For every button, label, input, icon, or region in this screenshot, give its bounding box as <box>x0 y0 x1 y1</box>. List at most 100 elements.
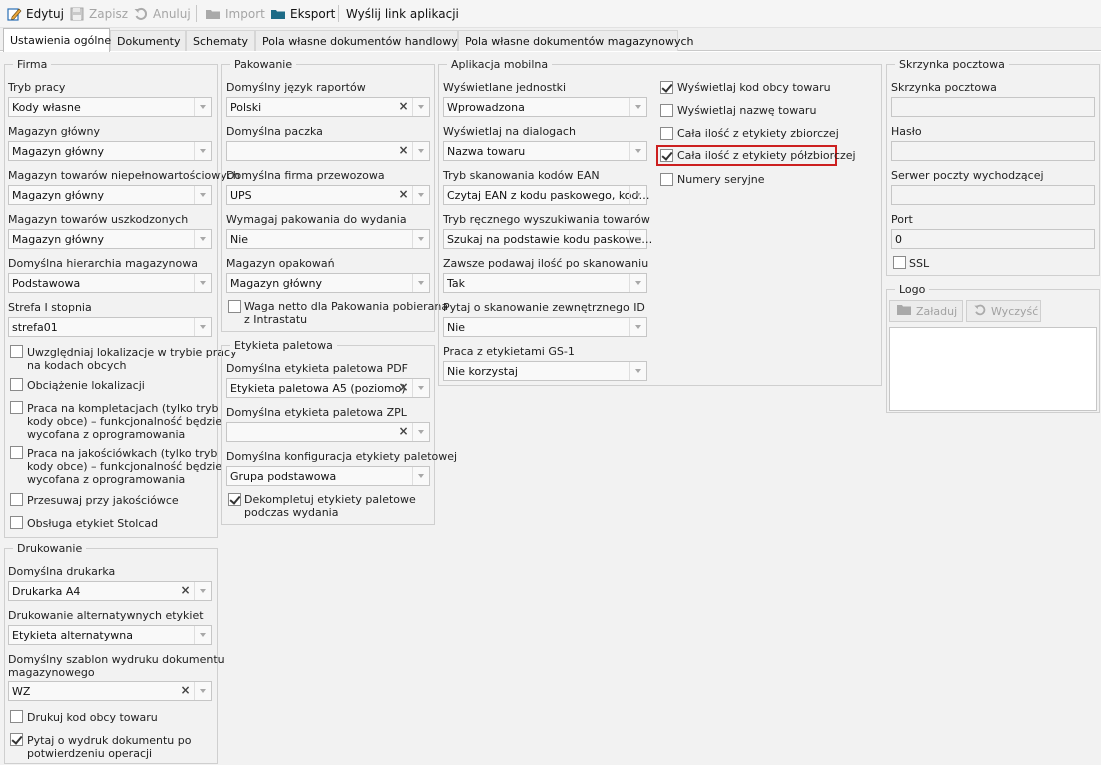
load-logo-button[interactable]: Załaduj <box>889 300 963 322</box>
carrier-select[interactable]: UPS × <box>226 185 430 205</box>
chevron-down-icon[interactable] <box>194 626 211 644</box>
template-select[interactable]: WZ × <box>8 681 212 701</box>
field-value: Magazyn główny <box>230 277 323 290</box>
chevron-down-icon[interactable] <box>412 142 429 160</box>
gs1-select[interactable]: Nie korzystaj <box>443 361 647 381</box>
stolcad-labels-checkbox[interactable] <box>10 516 23 529</box>
label-line: wycofana z oprogramowania <box>27 473 186 486</box>
label-line: Waga netto dla Pakowania pobierana <box>244 300 449 313</box>
package-select[interactable]: × <box>226 141 430 161</box>
tab-label: Pola własne dokumentów magazynowych <box>465 34 694 48</box>
label-config-select[interactable]: Grupa podstawowa <box>226 466 430 486</box>
report-language-select[interactable]: Polski × <box>226 97 430 117</box>
smtp-server-field[interactable] <box>891 185 1095 205</box>
alt-labels-select[interactable]: Etykieta alternatywna <box>8 625 212 645</box>
location-load-checkbox[interactable] <box>10 378 23 391</box>
full-qty-collective-checkbox[interactable] <box>660 127 673 140</box>
chevron-down-icon[interactable] <box>412 98 429 116</box>
require-packing-select[interactable]: Nie <box>226 229 430 249</box>
chevron-down-icon[interactable] <box>194 98 211 116</box>
export-label: Eksport <box>290 6 336 21</box>
external-id-select[interactable]: Nie <box>443 317 647 337</box>
tab-schemas[interactable]: Schematy <box>186 30 255 51</box>
work-mode-select[interactable]: Kody własne <box>8 97 212 117</box>
chevron-down-icon[interactable] <box>629 318 646 336</box>
chevron-down-icon[interactable] <box>194 682 211 700</box>
tab-general-settings[interactable]: Ustawienia ogólne <box>3 28 111 52</box>
chevron-down-icon[interactable] <box>194 274 211 292</box>
ean-mode-select[interactable]: Czytaj EAN z kodu paskowego, kod… <box>443 185 650 205</box>
decompose-labels-checkbox[interactable] <box>228 493 241 506</box>
checkbox-label: Drukuj kod obcy towaru <box>27 711 158 724</box>
units-select[interactable]: Wprowadzona <box>443 97 647 117</box>
quality-checkbox[interactable] <box>10 446 23 459</box>
locations-foreign-codes-checkbox[interactable] <box>10 345 23 358</box>
field-value: Etykieta paletowa A5 (poziomo) <box>230 382 406 395</box>
group-title: Drukowanie <box>13 542 87 555</box>
export-button[interactable]: Eksport <box>270 3 335 24</box>
clear-icon[interactable]: × <box>177 682 194 700</box>
move-on-quality-checkbox[interactable] <box>10 493 23 506</box>
full-qty-semi-collective-checkbox[interactable] <box>660 149 673 162</box>
clear-icon[interactable]: × <box>395 186 412 204</box>
chevron-down-icon[interactable] <box>194 142 211 160</box>
pdf-label-select[interactable]: Etykieta paletowa A5 (poziomo) × <box>226 378 430 398</box>
chevron-down-icon[interactable] <box>629 230 646 248</box>
ssl-checkbox[interactable] <box>893 256 906 269</box>
checkbox-label: Waga netto dla Pakowania pobierana z Intr… <box>244 300 448 326</box>
checkbox-label: Praca na jakościówkach (tylko tryb kody o… <box>27 447 222 486</box>
clear-icon[interactable]: × <box>177 582 194 600</box>
printer-select[interactable]: Drukarka A4 × <box>8 581 212 601</box>
edit-button[interactable]: Edytuj <box>6 3 64 24</box>
zone-select[interactable]: strefa01 <box>8 317 212 337</box>
chevron-down-icon[interactable] <box>412 379 429 397</box>
port-field[interactable]: 0 <box>891 229 1095 249</box>
hierarchy-select[interactable]: Podstawowa <box>8 273 212 293</box>
chevron-down-icon[interactable] <box>412 467 429 485</box>
dialogs-display-select[interactable]: Nazwa towaru <box>443 141 647 161</box>
template-label: Domyślny szablon wydruku dokumentu <box>8 653 225 666</box>
chevron-down-icon[interactable] <box>629 186 646 204</box>
chevron-down-icon[interactable] <box>629 362 646 380</box>
password-field[interactable] <box>891 141 1095 161</box>
clear-icon[interactable]: × <box>395 142 412 160</box>
chevron-down-icon[interactable] <box>412 274 429 292</box>
quantity-after-scan-select[interactable]: Tak <box>443 273 647 293</box>
chevron-down-icon[interactable] <box>629 274 646 292</box>
send-link-button[interactable]: Wyślij link aplikacji <box>346 3 459 24</box>
mailbox-field[interactable] <box>891 97 1095 117</box>
manual-search-select[interactable]: Szukaj na podstawie kodu paskowe… <box>443 229 652 249</box>
chevron-down-icon[interactable] <box>194 582 211 600</box>
cancel-button[interactable]: Anuluj <box>133 3 191 24</box>
chevron-down-icon[interactable] <box>194 318 211 336</box>
clear-icon[interactable]: × <box>395 379 412 397</box>
serial-numbers-checkbox[interactable] <box>660 173 673 186</box>
chevron-down-icon[interactable] <box>629 98 646 116</box>
show-foreign-code-checkbox[interactable] <box>660 81 673 94</box>
tab-custom-fields-warehouse[interactable]: Pola własne dokumentów magazynowych <box>458 30 694 51</box>
tab-custom-fields-trade[interactable]: Pola własne dokumentów handlowych <box>255 30 471 51</box>
save-button[interactable]: Zapisz <box>69 3 128 24</box>
packaging-warehouse-select[interactable]: Magazyn główny <box>226 273 430 293</box>
substandard-warehouse-select[interactable]: Magazyn główny <box>8 185 212 205</box>
template-label: magazynowego <box>8 666 95 679</box>
main-warehouse-select[interactable]: Magazyn główny <box>8 141 212 161</box>
chevron-down-icon[interactable] <box>412 423 429 441</box>
tab-documents[interactable]: Dokumenty <box>110 30 186 51</box>
chevron-down-icon[interactable] <box>412 230 429 248</box>
net-weight-checkbox[interactable] <box>228 300 241 313</box>
clear-logo-button[interactable]: Wyczyść <box>966 300 1041 322</box>
damaged-warehouse-select[interactable]: Magazyn główny <box>8 229 212 249</box>
zpl-label-select[interactable]: × <box>226 422 430 442</box>
import-button[interactable]: Import <box>205 3 265 24</box>
chevron-down-icon[interactable] <box>194 230 211 248</box>
chevron-down-icon[interactable] <box>412 186 429 204</box>
picking-checkbox[interactable] <box>10 401 23 414</box>
clear-icon[interactable]: × <box>395 98 412 116</box>
ask-print-checkbox[interactable] <box>10 733 23 746</box>
chevron-down-icon[interactable] <box>194 186 211 204</box>
clear-icon[interactable]: × <box>395 423 412 441</box>
show-product-name-checkbox[interactable] <box>660 104 673 117</box>
chevron-down-icon[interactable] <box>629 142 646 160</box>
print-foreign-code-checkbox[interactable] <box>10 710 23 723</box>
